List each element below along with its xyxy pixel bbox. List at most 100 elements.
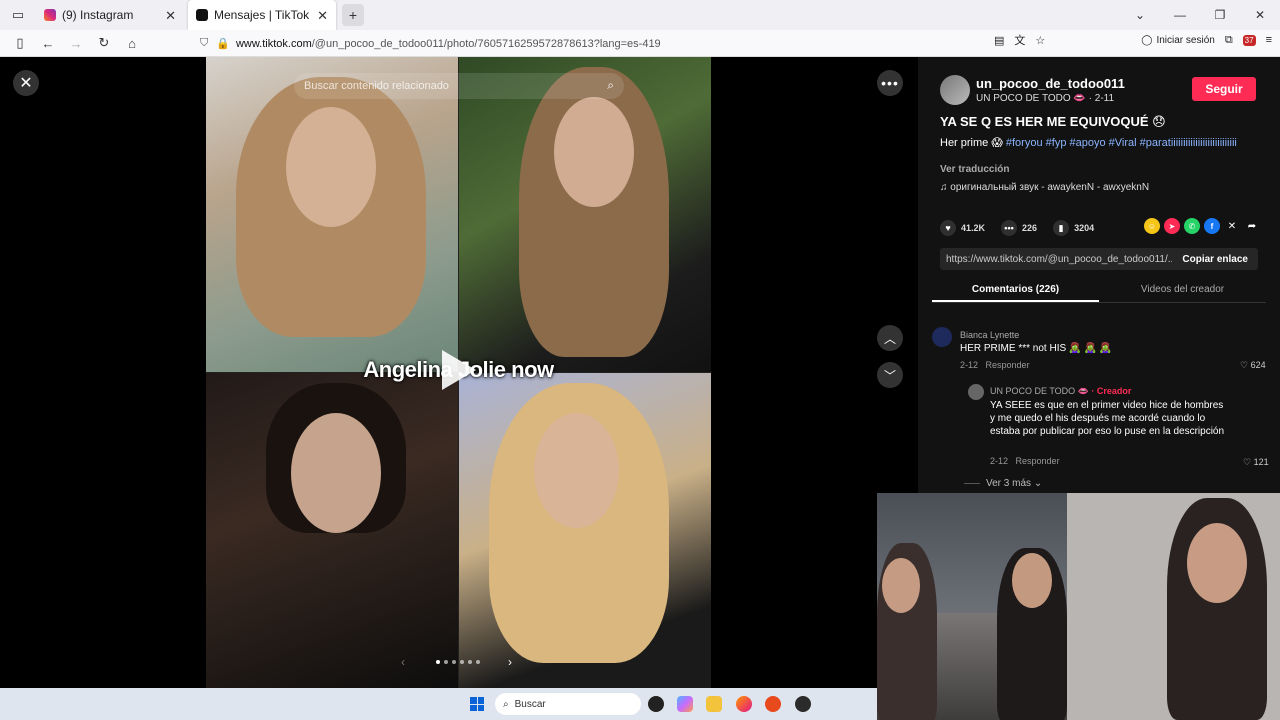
github-icon[interactable] bbox=[648, 696, 664, 712]
new-tab-button[interactable]: + bbox=[342, 4, 364, 26]
whatsapp-icon[interactable]: ✆ bbox=[1184, 218, 1200, 234]
bookmark-star-icon[interactable]: ☆ bbox=[1035, 34, 1045, 47]
comment-like-button[interactable]: ♡ 624 bbox=[1240, 360, 1266, 371]
tab-comments[interactable]: Comentarios (226) bbox=[932, 279, 1099, 302]
creator-badge: · Creador bbox=[1091, 386, 1132, 396]
close-tab-icon[interactable]: ✕ bbox=[317, 8, 328, 24]
more-options-icon[interactable]: ••• bbox=[877, 70, 903, 96]
author-username[interactable]: un_pocoo_de_todoo011 bbox=[976, 76, 1125, 91]
chevron-down-icon[interactable]: ﹀ bbox=[877, 362, 903, 388]
reader-view-icon[interactable]: ▤ bbox=[994, 34, 1004, 47]
hashtag-link[interactable]: #foryou bbox=[1006, 137, 1043, 149]
like-button[interactable]: ♥ 41.2K bbox=[940, 220, 985, 236]
play-icon[interactable] bbox=[442, 350, 476, 390]
sidebar-icon[interactable]: ▯ bbox=[8, 35, 32, 51]
back-icon[interactable]: ← bbox=[36, 36, 60, 51]
comment-meta: 2-12 Responder bbox=[990, 456, 1060, 466]
carousel-dot[interactable] bbox=[468, 660, 472, 664]
copilot-icon[interactable] bbox=[677, 696, 693, 712]
reply-button[interactable]: Responder bbox=[1016, 456, 1060, 466]
translate-link[interactable]: Ver traducción bbox=[940, 164, 1009, 175]
firefox-icon[interactable] bbox=[736, 696, 752, 712]
reload-icon[interactable]: ↻ bbox=[92, 35, 116, 51]
sign-in-label: Iniciar sesión bbox=[1156, 34, 1215, 46]
extensions-icon[interactable]: ⧉ bbox=[1225, 34, 1233, 47]
brave-icon[interactable] bbox=[765, 696, 781, 712]
share-link-row: https://www.tiktok.com/@un_pocoo_de_todo… bbox=[940, 248, 1258, 270]
carousel-dot[interactable] bbox=[436, 660, 440, 664]
comment-like-button[interactable]: ♡ 121 bbox=[1243, 457, 1269, 468]
browser-tab-bar: ▭ (9) Instagram ✕ Mensajes | TikTok ✕ + … bbox=[0, 0, 1280, 30]
webcam-overlay bbox=[877, 493, 1280, 720]
tab-instagram[interactable]: (9) Instagram ✕ bbox=[36, 0, 184, 30]
x-icon[interactable]: ✕ bbox=[1224, 218, 1240, 234]
comment-author[interactable]: Bianca Lynette bbox=[960, 330, 1019, 340]
reply-button[interactable]: Responder bbox=[986, 360, 1030, 370]
comment-date: 2-12 bbox=[960, 360, 979, 370]
copy-link-button[interactable]: Copiar enlace bbox=[1172, 254, 1258, 265]
carousel-dot[interactable] bbox=[452, 660, 456, 664]
sign-in-button[interactable]: ◯ Iniciar sesión bbox=[1141, 35, 1215, 46]
view-more-replies[interactable]: Ver 3 más ⌄ bbox=[964, 478, 1042, 489]
music-link[interactable]: ♫ оригинальный звук - awaykenN - awxyekn… bbox=[940, 182, 1149, 193]
comment-author[interactable]: UN POCO DE TODO 👄 · Creador bbox=[990, 386, 1131, 397]
avatar[interactable] bbox=[932, 327, 952, 347]
search-icon[interactable]: ⌕ bbox=[607, 78, 614, 93]
follow-button[interactable]: Seguir bbox=[1192, 77, 1256, 101]
windows-start-icon[interactable] bbox=[470, 697, 484, 711]
carousel-dots[interactable] bbox=[436, 660, 480, 664]
tiktok-icon bbox=[196, 9, 208, 21]
related-search-input[interactable]: Buscar contenido relacionado ⌕ bbox=[294, 73, 624, 99]
hashtag-link[interactable]: #Viral bbox=[1109, 137, 1137, 149]
share-link-text[interactable]: https://www.tiktok.com/@un_pocoo_de_todo… bbox=[940, 254, 1172, 265]
avatar[interactable] bbox=[940, 75, 970, 105]
home-icon[interactable]: ⌂ bbox=[120, 36, 144, 51]
hashtag-link[interactable]: #paratiiiiiiiiiiiiiiiiiiiiiiiiiii bbox=[1140, 137, 1237, 149]
obs-icon[interactable] bbox=[795, 696, 811, 712]
avatar[interactable] bbox=[968, 384, 984, 400]
close-tab-icon[interactable]: ✕ bbox=[165, 8, 176, 24]
bookmark-icon: ▮ bbox=[1053, 220, 1070, 236]
extension-badge[interactable]: 37 bbox=[1242, 34, 1256, 46]
tab-creator-videos[interactable]: Videos del creador bbox=[1099, 279, 1266, 302]
menu-icon[interactable]: ≡ bbox=[1266, 34, 1272, 46]
chevron-down-icon[interactable]: ⌄ bbox=[1120, 8, 1160, 22]
url-bar[interactable]: ⛉ 🔒 www.tiktok.com/@un_pocoo_de_todoo011… bbox=[200, 32, 1050, 55]
restore-icon[interactable]: ❐ bbox=[1200, 8, 1240, 22]
send-icon[interactable]: ➤ bbox=[1164, 218, 1180, 234]
taskbar-search[interactable]: ⌕ Buscar bbox=[495, 693, 641, 715]
forward-icon[interactable]: → bbox=[64, 36, 88, 51]
save-button[interactable]: ▮ 3204 bbox=[1053, 220, 1094, 236]
minimize-icon[interactable]: — bbox=[1160, 8, 1200, 22]
carousel-dot[interactable] bbox=[444, 660, 448, 664]
close-window-icon[interactable]: ✕ bbox=[1240, 8, 1280, 22]
share-options: ☺ ➤ ✆ f ✕ ➦ bbox=[1144, 218, 1260, 234]
carousel-dot[interactable] bbox=[460, 660, 464, 664]
chevron-down-icon: ⌄ bbox=[1033, 478, 1043, 489]
translate-icon[interactable]: 文 bbox=[1014, 32, 1025, 48]
navigation-bar: ▯ ← → ↻ ⌂ ⛉ 🔒 www.tiktok.com/@un_pocoo_d… bbox=[0, 30, 1280, 57]
caption-text: Her prime 😱 bbox=[940, 137, 1003, 149]
carousel-dot[interactable] bbox=[476, 660, 480, 664]
tab-tiktok[interactable]: Mensajes | TikTok ✕ bbox=[188, 0, 336, 30]
close-icon[interactable]: ✕ bbox=[13, 70, 39, 96]
photo-carousel[interactable]: Buscar contenido relacionado ⌕ Angelina … bbox=[206, 57, 711, 688]
chevron-right-icon[interactable]: › bbox=[508, 655, 512, 669]
tab-label: (9) Instagram bbox=[62, 8, 134, 22]
coin-icon[interactable]: ☺ bbox=[1144, 218, 1160, 234]
tab-list-icon[interactable]: ▭ bbox=[6, 7, 30, 23]
hashtag-link[interactable]: #apoyo bbox=[1070, 137, 1106, 149]
photo-bottom-right bbox=[459, 373, 711, 688]
chevron-up-icon[interactable]: ︿ bbox=[877, 325, 903, 351]
comment-text: HER PRIME *** not HIS 🧟‍♀️ 🧟‍♀️ 🧟‍♀️ bbox=[960, 343, 1112, 354]
panel-tabs: Comentarios (226) Videos del creador bbox=[932, 279, 1266, 303]
tab-label: Mensajes | TikTok bbox=[214, 8, 310, 22]
share-arrow-icon[interactable]: ➦ bbox=[1244, 218, 1260, 234]
shield-icon: ⛉ bbox=[200, 37, 209, 49]
comment-like-count: 121 bbox=[1253, 457, 1269, 467]
chevron-left-icon[interactable]: ‹ bbox=[401, 655, 405, 669]
folder-icon[interactable] bbox=[706, 696, 722, 712]
comment-button[interactable]: ••• 226 bbox=[1001, 220, 1037, 236]
facebook-icon[interactable]: f bbox=[1204, 218, 1220, 234]
hashtag-link[interactable]: #fyp bbox=[1046, 137, 1067, 149]
